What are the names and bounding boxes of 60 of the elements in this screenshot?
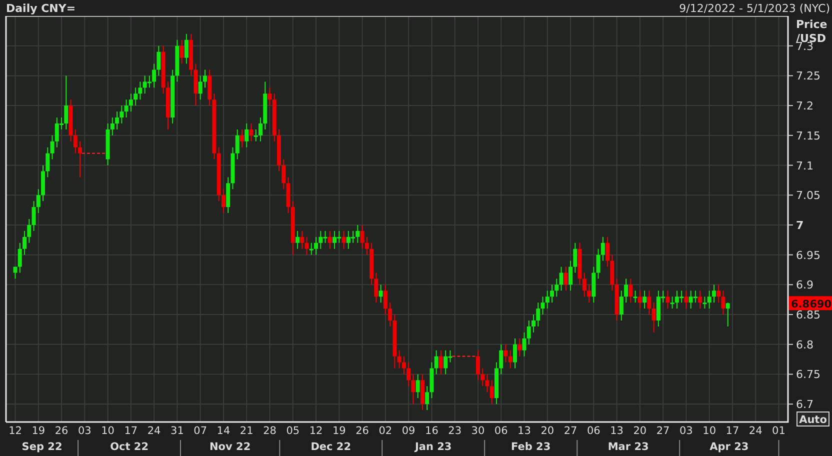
tick-label: 6.95 <box>796 248 820 262</box>
tick-label: 03 <box>680 425 693 437</box>
tick-label: 7.2 <box>796 100 814 113</box>
month-label: Mar 23 <box>608 441 649 453</box>
tick-label: 19 <box>332 425 346 437</box>
tick-label: 17 <box>726 425 740 437</box>
tick-label: 14 <box>216 425 230 437</box>
tick-label: 03 <box>78 425 92 437</box>
tick-label: 7.05 <box>796 189 820 202</box>
price-tag: 6.8690 <box>789 296 832 311</box>
tick-label: 24 <box>748 425 762 437</box>
tick-label: 26 <box>356 425 369 437</box>
month-label: Sep 22 <box>22 441 62 453</box>
chart-title: Daily CNY= <box>6 2 76 14</box>
tick-label: 7 <box>796 218 804 232</box>
tick-label: 19 <box>32 425 46 437</box>
month-label: Apr 23 <box>710 441 749 453</box>
tick-label: 02 <box>378 425 392 437</box>
tick-label: 6.8 <box>796 338 814 352</box>
tick-label: 7.1 <box>796 159 814 172</box>
tick-label: 23 <box>448 425 462 437</box>
tick-label: 6.7 <box>796 398 814 412</box>
gap-line <box>82 152 106 154</box>
tick-label: 16 <box>425 425 438 437</box>
tick-label: 06 <box>586 425 600 437</box>
tick-label: 27 <box>564 425 578 437</box>
month-label: Feb 23 <box>511 441 551 453</box>
tick-label: 21 <box>240 425 254 437</box>
tick-label: 12 <box>8 425 22 437</box>
tick-label: 07 <box>194 425 208 437</box>
tick-label: 20 <box>633 425 647 437</box>
tick-label: 6.85 <box>796 308 820 322</box>
tick-label: 13 <box>518 425 531 437</box>
tick-label: 6.9 <box>796 278 814 292</box>
tick-label: 26 <box>54 425 68 437</box>
month-label: Jan 23 <box>414 441 452 453</box>
tick-label: 7.15 <box>796 129 820 142</box>
date-range: 9/12/2022 - 5/1/2023 (NYC) <box>679 2 830 14</box>
month-label: Dec 22 <box>310 441 352 453</box>
tick-label: 06 <box>494 425 508 437</box>
tick-label: 27 <box>656 425 670 437</box>
tick-label: 7.25 <box>796 70 820 83</box>
tick-label: 01 <box>772 425 786 437</box>
tick-label: 13 <box>610 425 624 437</box>
tick-label: 31 <box>170 425 184 437</box>
tick-label: 20 <box>540 425 554 437</box>
tick-label: 30 <box>471 425 485 437</box>
auto-button[interactable]: Auto <box>796 412 830 426</box>
tick-label: 24 <box>147 425 161 437</box>
tick-label: 05 <box>286 425 300 437</box>
tick-label: 6.75 <box>796 368 820 382</box>
gap-line <box>452 356 476 357</box>
month-label: Nov 22 <box>210 441 251 453</box>
month-label: Oct 22 <box>110 441 148 453</box>
tick-label: 10 <box>101 425 114 437</box>
tick-label: 10 <box>702 425 716 437</box>
tick-label: 17 <box>124 425 138 437</box>
tick-label: 12 <box>309 425 323 437</box>
tick-label: 28 <box>263 425 276 437</box>
tick-label: 09 <box>402 425 416 437</box>
